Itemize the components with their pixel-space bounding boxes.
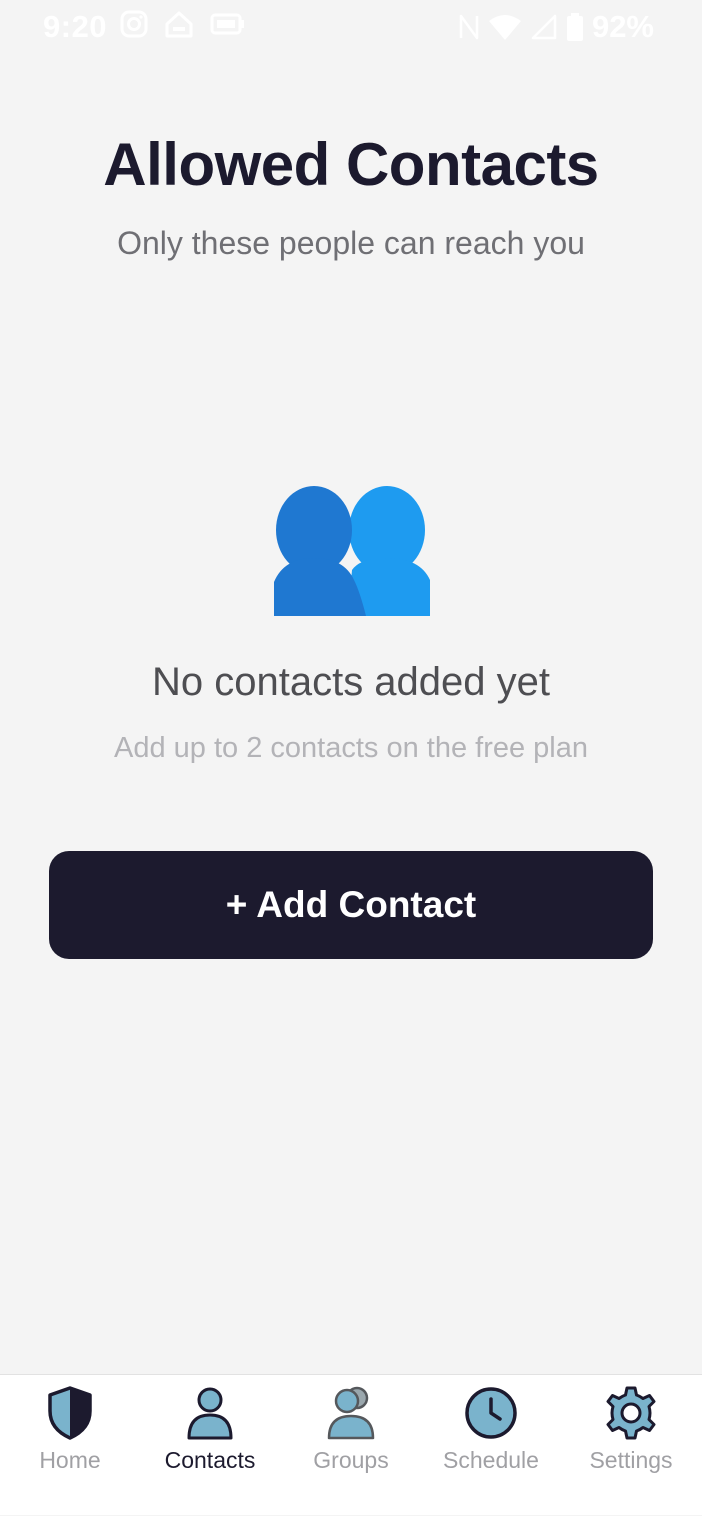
person-icon: [187, 1387, 233, 1440]
status-notification-icons: [120, 10, 246, 38]
tab-schedule-label: Schedule: [443, 1447, 539, 1473]
home-alert-icon: [165, 11, 193, 38]
tab-settings-label: Settings: [589, 1447, 673, 1473]
add-contact-button[interactable]: + Add Contact: [49, 851, 653, 959]
tab-groups-label: Groups: [313, 1447, 389, 1473]
clock-icon: [465, 1387, 517, 1439]
status-time: 9:20: [43, 9, 108, 44]
page-title: Allowed Contacts: [103, 131, 599, 198]
status-system-icons: 92%: [458, 9, 654, 45]
gear-icon: [606, 1386, 656, 1440]
battery-percentage: 92%: [591, 9, 654, 44]
wifi-icon: [488, 15, 521, 40]
page-subtitle: Only these people can reach you: [117, 225, 585, 261]
tab-schedule[interactable]: Schedule: [421, 1375, 561, 1516]
tab-settings[interactable]: Settings: [561, 1375, 701, 1516]
tab-contacts[interactable]: Contacts: [140, 1375, 280, 1516]
status-bar: 9:20 92%: [0, 0, 702, 56]
battery-icon: [566, 13, 583, 41]
instagram-icon: [120, 10, 148, 38]
bottom-tab-bar: Home Contacts Groups Schedule Settings: [0, 1374, 702, 1515]
tab-groups[interactable]: Groups: [281, 1375, 421, 1516]
empty-state-description: Add up to 2 contacts on the free plan: [114, 732, 588, 764]
group-icon: [327, 1386, 375, 1440]
shield-icon: [48, 1386, 92, 1440]
battery-saver-icon: [210, 13, 244, 35]
tab-home[interactable]: Home: [0, 1375, 140, 1516]
tab-contacts-label: Contacts: [164, 1447, 256, 1473]
tab-home-label: Home: [39, 1447, 101, 1473]
people-icon: [274, 486, 430, 616]
empty-state-title: No contacts added yet: [151, 660, 551, 704]
signal-icon: [531, 14, 557, 40]
nfc-icon: [459, 14, 479, 40]
